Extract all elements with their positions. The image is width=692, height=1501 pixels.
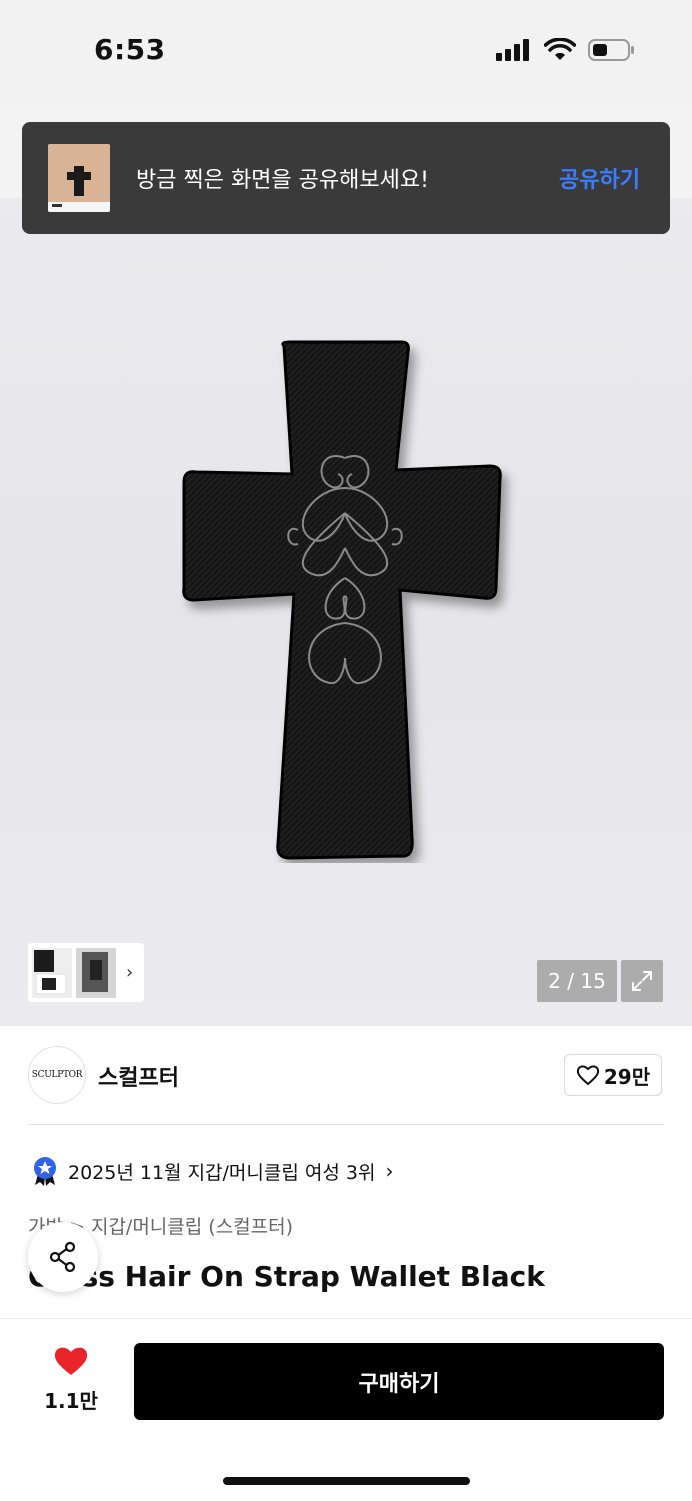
ranking-text: 2025년 11월 지갑/머니클립 여성 3위: [68, 1161, 376, 1184]
toast-message: 방금 찍은 화면을 공유해보세요!: [136, 168, 429, 193]
brand-like-button[interactable]: 29만: [564, 1054, 662, 1096]
brand-name[interactable]: 스컬프터: [98, 1060, 179, 1092]
product-title: Cross Hair On Strap Wallet Black: [28, 1260, 545, 1293]
related-thumbnails[interactable]: ›: [28, 943, 144, 1002]
cross-wallet-image: [180, 338, 520, 863]
share-icon: [49, 1241, 76, 1273]
status-icons: [496, 38, 636, 62]
buy-button[interactable]: 구매하기: [134, 1343, 664, 1420]
home-indicator[interactable]: [223, 1477, 470, 1485]
share-button[interactable]: [28, 1222, 98, 1292]
ranking-link[interactable]: 2025년 11월 지갑/머니클립 여성 3위 ›: [32, 1156, 393, 1186]
share-toast: 방금 찍은 화면을 공유해보세요! 공유하기: [22, 122, 670, 234]
chevron-right-icon: ›: [385, 1159, 394, 1183]
favorite-count: 1.1만: [44, 1389, 98, 1413]
battery-icon: [588, 39, 634, 61]
brand-like-count: 29만: [603, 1064, 651, 1089]
brand-logo[interactable]: SCULPTOR: [28, 1046, 86, 1104]
status-bar: 6:53: [0, 0, 692, 100]
expand-icon: [632, 971, 652, 991]
chevron-right-icon: ›: [126, 962, 134, 983]
screenshot-thumbnail[interactable]: [48, 144, 110, 212]
thumbnail-image: [76, 947, 116, 998]
favorite-button[interactable]: [40, 1345, 102, 1381]
heart-outline-icon: [576, 1065, 600, 1086]
ranking-badge-icon: [34, 1157, 56, 1186]
thumbnail-image: [32, 947, 72, 998]
brand-row[interactable]: SCULPTOR 스컬프터 29만: [0, 1040, 692, 1110]
heart-filled-icon: [54, 1347, 88, 1375]
image-counter: 2 / 15: [537, 960, 617, 1002]
divider: [28, 1124, 664, 1125]
expand-button[interactable]: [621, 960, 663, 1002]
wifi-icon: [544, 38, 576, 60]
share-now-button[interactable]: 공유하기: [559, 162, 640, 194]
status-time: 6:53: [94, 33, 166, 66]
bottom-bar: 1.1만 구매하기: [0, 1318, 692, 1501]
signal-icon: [496, 39, 529, 61]
